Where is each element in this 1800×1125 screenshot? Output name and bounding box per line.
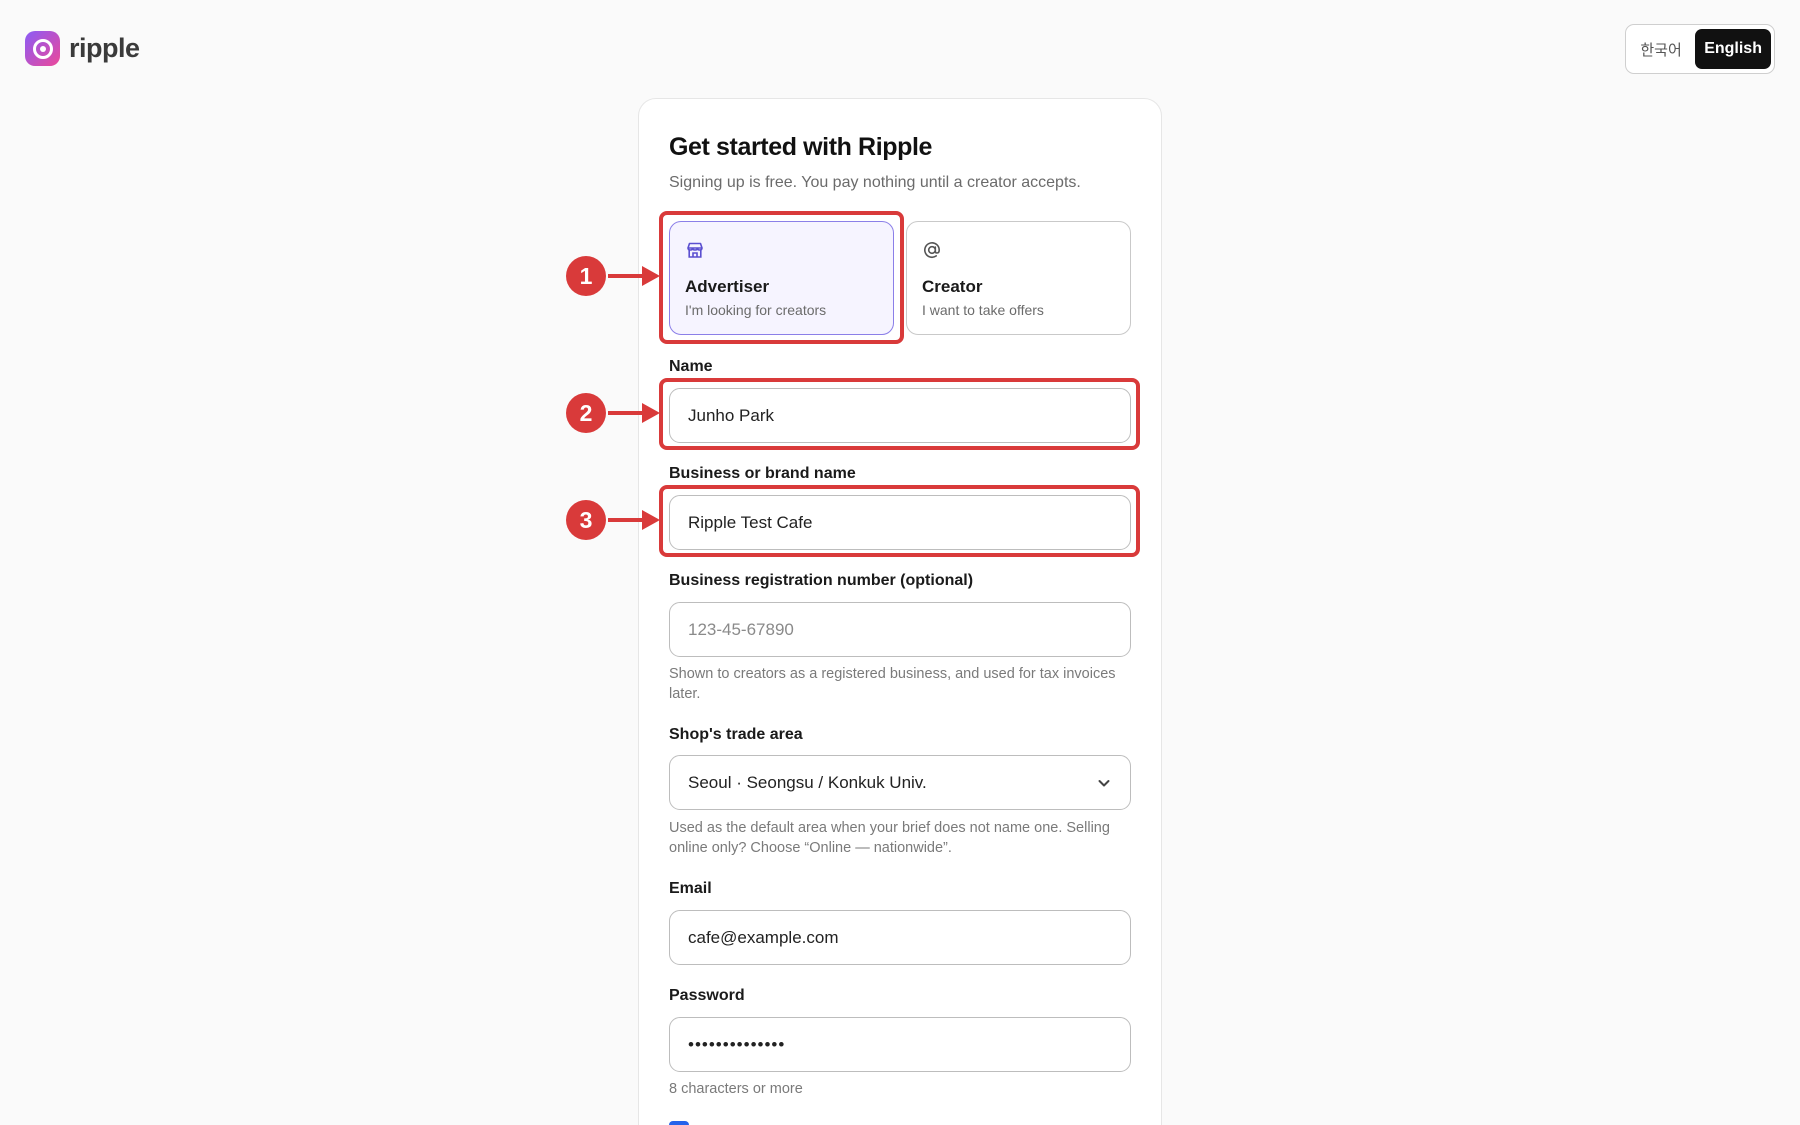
ripple-logo[interactable]: ripple <box>25 31 140 66</box>
annotation-arrow-2 <box>608 403 660 423</box>
logo-text: ripple <box>69 33 140 63</box>
language-switch: 한국어 English <box>1625 24 1775 74</box>
trade-area-value: Seoul · Seongsu / Konkuk Univ. <box>688 772 927 792</box>
annotation-badge-2: 2 <box>566 393 606 433</box>
password-help-text: 8 characters or more <box>669 1081 803 1097</box>
role-title: Advertiser <box>685 277 770 296</box>
email-input[interactable] <box>669 910 1131 965</box>
terms-checkbox[interactable] <box>669 1121 689 1125</box>
store-icon <box>687 242 703 258</box>
password-label: Password <box>669 987 745 1004</box>
trade-area-select[interactable]: Seoul · Seongsu / Konkuk Univ. <box>669 755 1131 810</box>
trade-area-help-text: Used as the default area when your brief… <box>669 820 1110 856</box>
name-input[interactable] <box>669 388 1131 443</box>
registration-number-label: Business registration number (optional) <box>669 572 974 589</box>
role-description: I want to take offers <box>922 302 1044 318</box>
business-name-label: Business or brand name <box>669 465 856 482</box>
role-advertiser-option[interactable]: Advertiser I'm looking for creators <box>669 221 894 335</box>
role-title: Creator <box>922 277 983 296</box>
annotation-arrow-1 <box>608 266 660 286</box>
trade-area-label: Shop's trade area <box>669 726 803 743</box>
language-english-button[interactable]: English <box>1695 29 1771 69</box>
name-label: Name <box>669 358 713 375</box>
annotation-badge-3: 3 <box>566 500 606 540</box>
registration-number-input[interactable] <box>669 602 1131 657</box>
email-label: Email <box>669 880 712 897</box>
annotation-badge-1: 1 <box>566 256 606 296</box>
role-description: I'm looking for creators <box>685 302 827 318</box>
role-creator-option[interactable]: Creator I want to take offers <box>906 221 1131 335</box>
page-subtitle: Signing up is free. You pay nothing unti… <box>669 174 1081 191</box>
chevron-down-icon <box>1098 779 1110 786</box>
page-title: Get started with Ripple <box>669 133 933 161</box>
language-korean-button[interactable]: 한국어 <box>1629 29 1693 69</box>
signup-card: Get started with Ripple Signing up is fr… <box>638 98 1162 1125</box>
password-input[interactable] <box>669 1017 1131 1072</box>
registration-help-text: Shown to creators as a registered busine… <box>669 666 1116 702</box>
business-name-input[interactable] <box>669 495 1131 550</box>
logo-icon <box>25 31 60 66</box>
annotation-arrow-3 <box>608 510 660 530</box>
at-sign-icon <box>924 242 941 259</box>
